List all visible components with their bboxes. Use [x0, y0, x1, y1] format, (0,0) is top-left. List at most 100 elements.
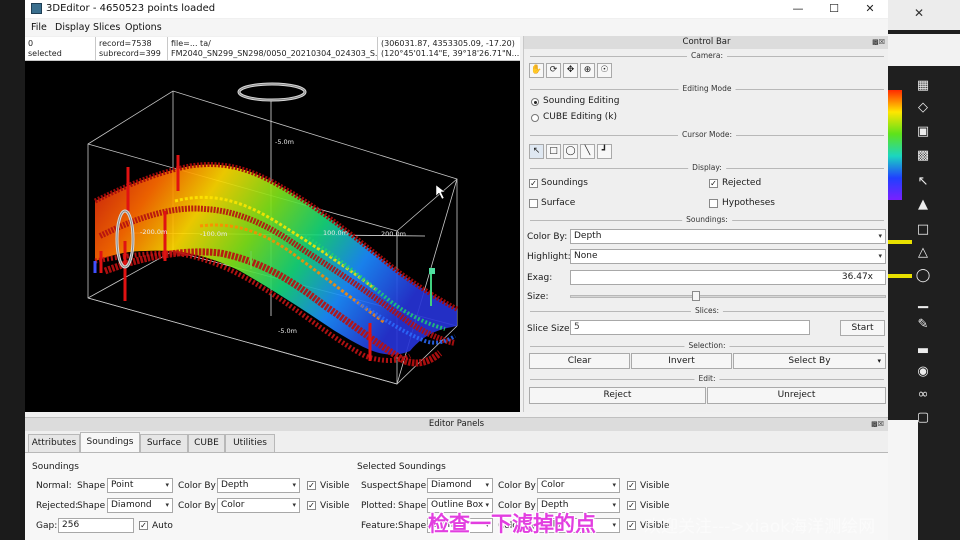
camera-pan-icon[interactable]: ✥	[563, 63, 578, 78]
cursor-line-icon[interactable]: ╲	[580, 144, 595, 159]
cursor-profile-icon[interactable]: ┛	[597, 144, 612, 159]
tab-soundings[interactable]: Soundings	[80, 432, 140, 452]
control-bar-header[interactable]: Control Bar ▩☒	[524, 36, 889, 49]
lasso-icon[interactable]: ◯	[912, 266, 934, 286]
gap-auto-checkbox[interactable]: ✓	[139, 521, 148, 530]
dock-float-icon[interactable]: ▩☒	[871, 418, 884, 431]
fit-extent-icon[interactable]: ▣	[912, 122, 934, 142]
menu-options[interactable]: Options	[125, 22, 162, 33]
checkbox-rejected[interactable]: ✓	[709, 179, 718, 188]
color-by-select[interactable]: Depth ▾	[570, 229, 886, 244]
axis-label-depth-bottom: -5.0m	[278, 327, 297, 335]
edit-label: Edit:	[694, 374, 720, 383]
chevron-down-icon: ▾	[612, 521, 616, 529]
size-slider-track[interactable]	[570, 295, 886, 298]
tab-attributes[interactable]: Attributes	[28, 434, 80, 452]
section-camera: Camera:	[530, 51, 884, 61]
radio-cube-editing[interactable]	[531, 114, 539, 122]
background-panel	[888, 420, 918, 540]
close-icon[interactable]: ✕	[852, 0, 888, 18]
suspect-colorby-select[interactable]: Color ▾	[537, 478, 620, 493]
background-highlight	[888, 240, 912, 244]
editor-panels-header[interactable]: Editor Panels ▩☒	[25, 418, 888, 431]
exag-spinbox[interactable]: 36.47x	[570, 270, 886, 285]
background-close-icon[interactable]: ✕	[914, 6, 924, 20]
radio-sounding-editing[interactable]	[531, 98, 539, 106]
select-by-button[interactable]: Select By ▾	[733, 353, 886, 369]
cursor-mode-label: Cursor Mode:	[678, 130, 736, 139]
color-scale-bar	[888, 90, 902, 200]
cursor-rect-select-icon[interactable]: □	[546, 144, 561, 159]
camera-hand-icon[interactable]: ✋	[529, 63, 544, 78]
title-bar[interactable]: 3DEditor - 4650523 points loaded — ☐ ✕	[25, 0, 888, 18]
plotted-visible-checkbox[interactable]: ✓	[627, 501, 636, 510]
control-bar-title: Control Bar	[682, 37, 731, 47]
chevron-down-icon: ▾	[485, 481, 489, 489]
cursor-pointer-icon[interactable]: ↖	[529, 144, 544, 159]
select-tool-icon[interactable]: ▲	[912, 195, 934, 215]
zoom-extent-icon[interactable]: ▩	[912, 146, 934, 166]
info-selected: 0 selected	[25, 37, 96, 61]
exag-label: Exag:	[527, 273, 553, 283]
camera-reset-icon[interactable]: ☉	[597, 63, 612, 78]
rejected-label: Rejected:	[36, 501, 79, 511]
rejected-visible-checkbox[interactable]: ✓	[307, 501, 316, 510]
checkbox-surface[interactable]	[529, 199, 538, 208]
menu-slices[interactable]: Slices	[93, 22, 120, 33]
suspect-shape-select[interactable]: Diamond ▾	[427, 478, 493, 493]
section-slices: Slices:	[530, 306, 884, 316]
camera-rotate-icon[interactable]: ⟳	[546, 63, 561, 78]
tab-utilities[interactable]: Utilities	[225, 434, 275, 452]
cursor-lasso-icon[interactable]: ◯	[563, 144, 578, 159]
polygon-select-icon[interactable]: △	[912, 243, 934, 263]
ruler-icon[interactable]: ✎	[912, 315, 934, 335]
pointer-icon[interactable]: ↖	[912, 172, 934, 192]
tab-surface[interactable]: Surface	[140, 434, 188, 452]
slice-size-input[interactable]: 5	[570, 320, 810, 335]
maximize-icon[interactable]: ☐	[816, 0, 852, 18]
info-xyz: (306031.87, 4353305.09, -17.20)	[381, 39, 515, 48]
menu-display[interactable]: Display	[55, 22, 90, 33]
surface-checkbox-label: Surface	[541, 198, 576, 208]
tab-cube[interactable]: CUBE	[188, 434, 225, 452]
suspect-visible-checkbox[interactable]: ✓	[627, 481, 636, 490]
grid-icon[interactable]: ▦	[912, 76, 934, 96]
gap-input[interactable]: 256	[58, 518, 134, 533]
rejected-colorby-select[interactable]: Color ▾	[217, 498, 300, 513]
layers-icon[interactable]: ◇	[912, 98, 934, 118]
clear-button[interactable]: Clear	[529, 353, 630, 369]
checkbox-hypotheses[interactable]	[709, 199, 718, 208]
profile-icon[interactable]: ▁	[912, 292, 934, 312]
highlight-select[interactable]: None ▾	[570, 249, 886, 264]
section-edit: Edit:	[530, 374, 884, 384]
start-button[interactable]: Start	[840, 320, 885, 336]
reject-button[interactable]: Reject	[529, 387, 706, 404]
normal-colorby-select[interactable]: Depth ▾	[217, 478, 300, 493]
sphere-icon[interactable]: ◉	[912, 362, 934, 382]
normal-visible-checkbox[interactable]: ✓	[307, 481, 316, 490]
size-slider-handle[interactable]	[692, 291, 701, 301]
info-selected-label: selected	[28, 49, 62, 58]
slices-label: Slices:	[690, 306, 724, 315]
cube-icon[interactable]: ▢	[912, 408, 934, 428]
3d-viewport[interactable]: -200.0m -100.0m 100.0m 200.0m -5.0m -5.0…	[25, 61, 520, 412]
feature-visible-checkbox[interactable]: ✓	[627, 521, 636, 530]
info-record: record=7538 subrecord=399	[96, 37, 168, 61]
rejected-shape-select[interactable]: Diamond ▾	[107, 498, 173, 513]
point-cloud-scene[interactable]: -200.0m -100.0m 100.0m 200.0m -5.0m -5.0…	[25, 61, 520, 412]
colormap-icon[interactable]: ▬	[912, 341, 934, 361]
minimize-icon[interactable]: —	[780, 0, 816, 18]
normal-shape-select[interactable]: Point ▾	[107, 478, 173, 493]
camera-zoom-icon[interactable]: ⊕	[580, 63, 595, 78]
rect-select-icon[interactable]: □	[912, 220, 934, 240]
dock-float-icon[interactable]: ▩☒	[872, 36, 885, 49]
menu-file[interactable]: File	[31, 22, 47, 33]
chevron-down-icon: ▾	[612, 481, 616, 489]
checkbox-soundings[interactable]: ✓	[529, 179, 538, 188]
invert-button[interactable]: Invert	[631, 353, 732, 369]
info-file-line1: file=... ta/	[171, 39, 211, 48]
rejected-checkbox-label: Rejected	[722, 178, 762, 188]
link-icon[interactable]: ∞	[912, 385, 934, 405]
highlight-value: None	[574, 251, 598, 261]
unreject-button[interactable]: Unreject	[707, 387, 886, 404]
